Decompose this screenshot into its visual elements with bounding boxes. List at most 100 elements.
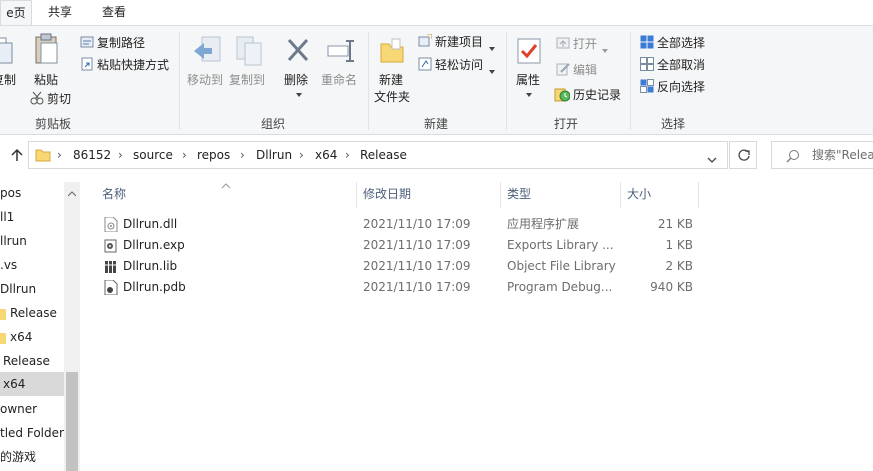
- cut-button[interactable]: 剪切: [47, 90, 71, 107]
- select-none-icon[interactable]: [640, 57, 654, 74]
- breadcrumb-x64[interactable]: x64: [315, 142, 337, 168]
- file-row[interactable]: Dllrun.lib 2021/11/10 17:09 Object File …: [98, 256, 698, 277]
- move-to-button[interactable]: 移动到: [187, 71, 223, 88]
- copy-path-icon[interactable]: [80, 35, 94, 52]
- column-header-size[interactable]: 大小: [627, 182, 651, 206]
- file-name[interactable]: Dllrun.pdb: [123, 277, 186, 298]
- column-header-name[interactable]: 名称: [102, 182, 126, 206]
- easy-access-button[interactable]: 轻松访问: [435, 56, 483, 73]
- breadcrumb-separator-icon[interactable]: ›: [118, 142, 123, 168]
- copy-icon[interactable]: [0, 36, 16, 69]
- column-divider[interactable]: [620, 182, 621, 208]
- breadcrumb-separator-icon[interactable]: ›: [299, 142, 304, 168]
- ribbon-divider: [179, 32, 180, 130]
- address-bar[interactable]: › 86152 › source › repos › Dllrun › x64 …: [28, 141, 728, 169]
- ribbon-divider: [630, 32, 631, 130]
- column-divider[interactable]: [698, 182, 699, 208]
- refresh-button[interactable]: [729, 141, 757, 169]
- rename-icon[interactable]: [326, 38, 356, 67]
- column-header-type[interactable]: 类型: [507, 182, 531, 206]
- properties-dropdown-arrow-icon[interactable]: [526, 86, 532, 100]
- nav-item[interactable]: x64: [10, 326, 64, 348]
- history-icon[interactable]: [554, 86, 571, 105]
- invert-selection-icon[interactable]: [640, 79, 654, 96]
- nav-item[interactable]: Release: [10, 302, 64, 324]
- new-folder-label-2[interactable]: 文件夹: [374, 88, 410, 105]
- new-item-dropdown-arrow-icon[interactable]: [489, 40, 495, 54]
- nav-item[interactable]: owner: [0, 398, 64, 420]
- select-none-button[interactable]: 全部取消: [657, 56, 705, 73]
- breadcrumb-86152[interactable]: 86152: [73, 142, 111, 168]
- scroll-up-arrow-icon[interactable]: [67, 186, 77, 200]
- file-row[interactable]: Dllrun.pdb 2021/11/10 17:09 Program Debu…: [98, 277, 698, 298]
- edit-icon[interactable]: [556, 62, 570, 79]
- select-group-label: 选择: [660, 117, 685, 131]
- tab-share[interactable]: 共享: [40, 0, 80, 25]
- open-dropdown-arrow-icon[interactable]: [602, 42, 608, 56]
- breadcrumb-separator-icon[interactable]: ›: [345, 142, 350, 168]
- nav-item[interactable]: pos: [0, 182, 64, 204]
- breadcrumb-source[interactable]: source: [133, 142, 173, 168]
- nav-item-selected[interactable]: x64: [0, 372, 64, 396]
- file-name[interactable]: Dllrun.lib: [123, 256, 177, 277]
- move-to-icon[interactable]: [192, 35, 222, 70]
- breadcrumb-separator-icon[interactable]: ›: [182, 142, 187, 168]
- paste-shortcut-button[interactable]: 粘贴快捷方式: [97, 56, 169, 73]
- breadcrumb-repos[interactable]: repos: [197, 142, 230, 168]
- select-all-button[interactable]: 全部选择: [657, 34, 705, 51]
- paste-button[interactable]: 粘贴: [34, 71, 58, 88]
- column-divider[interactable]: [356, 182, 357, 208]
- search-box[interactable]: 搜索"Release": [771, 141, 873, 169]
- scroll-thumb[interactable]: [66, 372, 78, 471]
- file-row[interactable]: Dllrun.dll 2021/11/10 17:09 应用程序扩展 21 KB: [98, 214, 698, 235]
- nav-scrollbar[interactable]: [64, 182, 80, 471]
- new-folder-label-1[interactable]: 新建: [379, 71, 403, 88]
- open-icon[interactable]: [556, 36, 570, 53]
- breadcrumb-dllrun[interactable]: Dllrun: [256, 142, 292, 168]
- copy-button[interactable]: 复制: [0, 71, 16, 88]
- scissors-icon[interactable]: [30, 91, 44, 108]
- nav-item[interactable]: .vs: [0, 254, 64, 276]
- paste-icon[interactable]: [33, 33, 61, 70]
- nav-item[interactable]: Dllrun: [0, 278, 64, 300]
- nav-item[interactable]: tled Folder: [0, 422, 64, 444]
- edit-button[interactable]: 编辑: [573, 61, 597, 78]
- nav-item[interactable]: Release: [3, 350, 64, 372]
- easy-access-icon[interactable]: [418, 57, 432, 74]
- paste-shortcut-icon[interactable]: [80, 57, 94, 74]
- history-button[interactable]: 历史记录: [573, 86, 621, 103]
- dll-file-icon: [104, 216, 118, 235]
- new-item-button[interactable]: 新建项目: [435, 33, 483, 50]
- copy-to-button[interactable]: 复制到: [229, 71, 265, 88]
- column-divider[interactable]: [500, 182, 501, 208]
- delete-dropdown-arrow-icon[interactable]: [296, 86, 302, 100]
- copy-path-button[interactable]: 复制路径: [97, 34, 145, 51]
- invert-selection-button[interactable]: 反向选择: [657, 78, 705, 95]
- delete-icon[interactable]: [285, 36, 311, 67]
- tab-home[interactable]: e页: [0, 0, 32, 25]
- new-item-icon[interactable]: [418, 33, 433, 51]
- file-name[interactable]: Dllrun.dll: [123, 214, 177, 235]
- easy-access-dropdown-arrow-icon[interactable]: [489, 63, 495, 77]
- nav-item[interactable]: llrun: [0, 230, 64, 252]
- rename-button[interactable]: 重命名: [321, 71, 357, 88]
- select-all-icon[interactable]: [640, 35, 654, 52]
- file-name[interactable]: Dllrun.exp: [123, 235, 185, 256]
- copy-to-icon[interactable]: [235, 35, 265, 70]
- nav-item[interactable]: ll1: [0, 206, 64, 228]
- ribbon-tab-bar: e页 共享 查看: [0, 0, 873, 25]
- ribbon-divider: [368, 32, 369, 130]
- breadcrumb-separator-icon[interactable]: ›: [240, 142, 245, 168]
- search-placeholder[interactable]: 搜索"Release": [812, 142, 873, 168]
- breadcrumb-release[interactable]: Release: [360, 142, 407, 168]
- up-arrow-icon[interactable]: [10, 148, 24, 165]
- nav-item[interactable]: 的游戏: [0, 446, 64, 468]
- tab-view[interactable]: 查看: [94, 0, 134, 25]
- open-button[interactable]: 打开: [573, 35, 597, 52]
- new-folder-icon[interactable]: [379, 38, 405, 67]
- column-header-date[interactable]: 修改日期: [363, 182, 411, 206]
- address-dropdown-icon[interactable]: [707, 152, 717, 166]
- properties-icon[interactable]: [516, 37, 542, 68]
- breadcrumb-separator-icon[interactable]: ›: [57, 142, 62, 168]
- file-row[interactable]: Dllrun.exp 2021/11/10 17:09 Exports Libr…: [98, 235, 698, 256]
